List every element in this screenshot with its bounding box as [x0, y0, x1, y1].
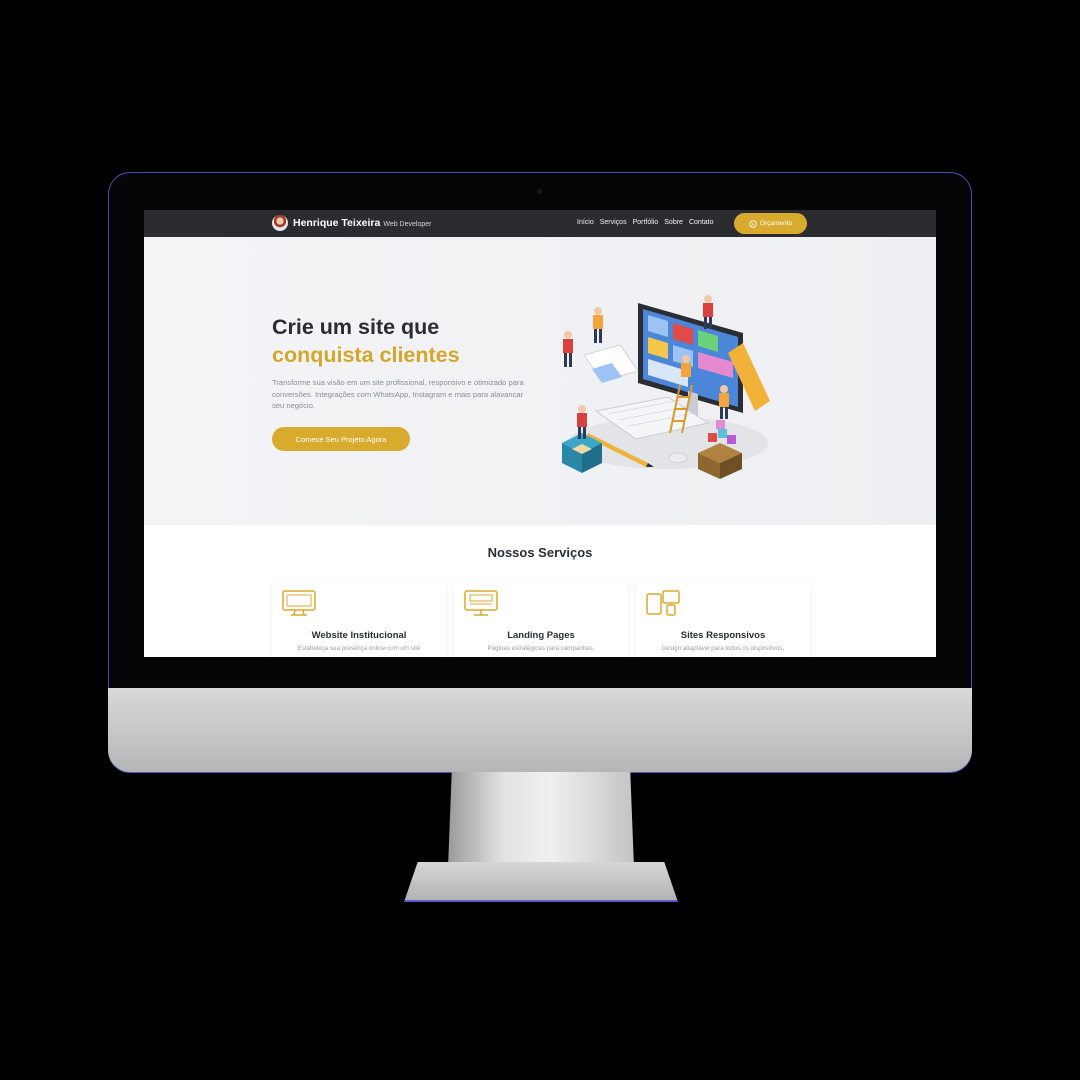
- nav-link-inicio[interactable]: Início: [577, 219, 594, 226]
- card-title: Website Institucional: [311, 630, 407, 641]
- hero-section: Crie um site que conquista clientes Tran…: [144, 237, 936, 525]
- hero-title-line1: Crie um site que: [272, 315, 440, 339]
- service-card-sites-responsivos[interactable]: Sites Responsivos Design adaptável para …: [636, 580, 810, 657]
- card-description: Páginas estratégicas para campanhas,: [487, 645, 595, 652]
- hero-description: Transforme sua visão em um site profissi…: [272, 378, 524, 410]
- nav-link-contato[interactable]: Contato: [689, 219, 714, 226]
- services-section: Nossos Serviços Website Institucional Es…: [144, 525, 936, 657]
- card-title: Sites Responsivos: [680, 630, 766, 641]
- camera-icon: [537, 189, 542, 194]
- navbar: Henrique Teixeira Web Developer Início S…: [144, 210, 936, 237]
- nav-link-portfolio[interactable]: Portfólio: [633, 219, 659, 226]
- monitor-stand-base: [404, 862, 678, 902]
- card-title: Landing Pages: [507, 630, 575, 641]
- nav-link-servicos[interactable]: Serviços: [600, 219, 627, 226]
- nav-link-sobre[interactable]: Sobre: [664, 219, 683, 226]
- avatar: [272, 215, 288, 231]
- isometric-web-development-illustration: [562, 295, 770, 479]
- monitor-stand: [448, 772, 634, 868]
- brand-name: Henrique Teixeira: [293, 217, 381, 229]
- hero-title-line2: conquista clientes: [272, 343, 460, 367]
- service-card-landing-pages[interactable]: Landing Pages Páginas estratégicas para …: [454, 580, 628, 657]
- card-description: Estabeleça sua presença online com um si…: [297, 645, 421, 652]
- hero-title: Crie um site que conquista clientes: [272, 313, 460, 369]
- monitor-icon: [282, 590, 316, 616]
- devices-icon: [646, 590, 680, 616]
- card-description: Design adaptável para todos os dispositi…: [661, 645, 785, 652]
- service-card-website-institucional[interactable]: Website Institucional Estabeleça sua pre…: [272, 580, 446, 657]
- brand-subtitle: Web Developer: [383, 220, 432, 228]
- whatsapp-icon: [749, 219, 757, 228]
- website-screen: Henrique Teixeira Web Developer Início S…: [144, 210, 936, 657]
- services-title: Nossos Serviços: [487, 545, 593, 560]
- orcamento-label: Orçamento: [759, 220, 793, 227]
- landing-page-icon: [464, 590, 498, 616]
- orcamento-button[interactable]: Orçamento: [734, 213, 807, 234]
- brand[interactable]: Henrique Teixeira Web Developer: [272, 215, 431, 231]
- start-project-button[interactable]: Comece Seu Projeto Agora: [272, 427, 410, 451]
- monitor-chin: [108, 688, 972, 772]
- nav-links: Início Serviços Portfólio Sobre Contato: [577, 219, 713, 226]
